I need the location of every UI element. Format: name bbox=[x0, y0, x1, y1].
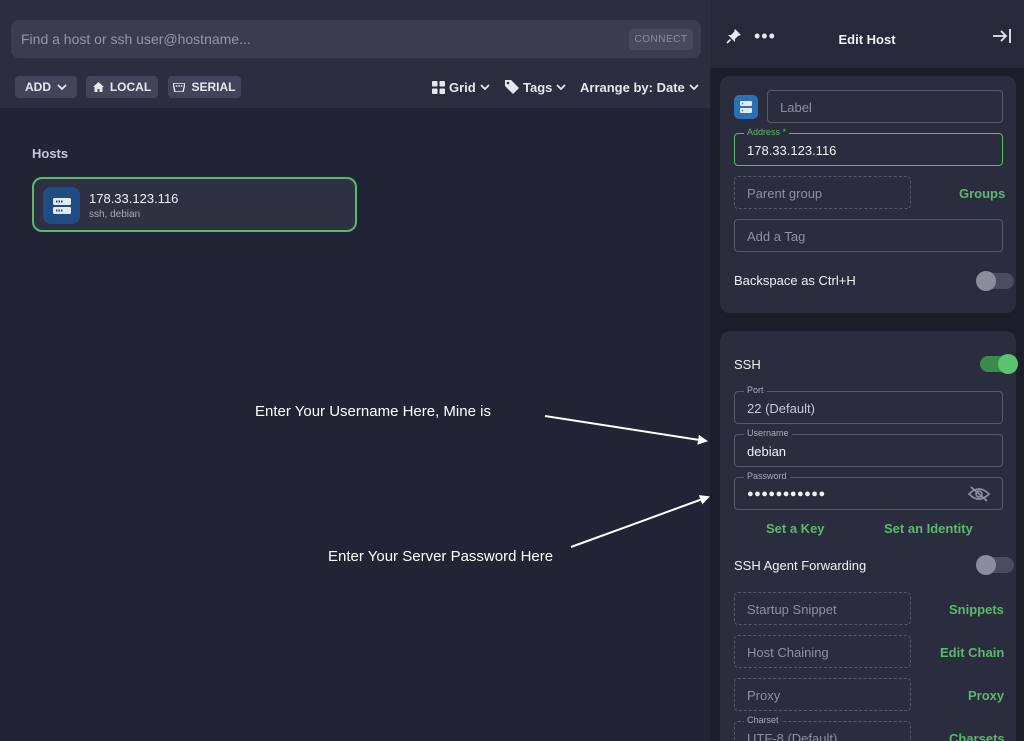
backspace-label: Backspace as Ctrl+H bbox=[734, 273, 856, 288]
ssh-section: SSH Port 22 (Default) Username debian Pa… bbox=[720, 331, 1018, 741]
username-input[interactable]: Username debian bbox=[734, 428, 1003, 467]
snippets-link[interactable]: Snippets bbox=[949, 602, 1004, 617]
local-button[interactable]: LOCAL bbox=[86, 76, 158, 98]
username-annotation: Enter Your Username Here, Mine is bbox=[255, 403, 491, 420]
groups-link[interactable]: Groups bbox=[959, 186, 1005, 201]
serial-button[interactable]: SERIAL bbox=[168, 76, 241, 98]
chevron-down-icon bbox=[556, 84, 567, 90]
charset-value: UTF-8 (Default) bbox=[747, 731, 838, 741]
general-section: Label Address * 178.33.123.116 Parent gr… bbox=[720, 76, 1016, 313]
tags-filter[interactable]: Tags bbox=[505, 78, 567, 96]
set-key-link[interactable]: Set a Key bbox=[766, 521, 825, 536]
label-placeholder: Label bbox=[780, 100, 812, 115]
home-icon bbox=[92, 82, 104, 92]
edit-chain-link[interactable]: Edit Chain bbox=[940, 645, 1004, 660]
tag-icon bbox=[505, 80, 519, 94]
local-button-label: LOCAL bbox=[109, 80, 152, 94]
startup-snippet-placeholder: Startup Snippet bbox=[747, 602, 837, 617]
password-value: ●●●●●●●●●●● bbox=[747, 488, 826, 500]
arrange-label: Arrange by: Date bbox=[580, 79, 685, 95]
ssh-label: SSH bbox=[734, 357, 761, 372]
host-title: 178.33.123.116 bbox=[89, 191, 179, 206]
set-identity-link[interactable]: Set an Identity bbox=[884, 521, 973, 536]
port-label: Port bbox=[744, 385, 767, 395]
password-label: Password bbox=[744, 471, 790, 481]
chevron-down-icon bbox=[689, 84, 699, 90]
host-chaining-input[interactable]: Host Chaining bbox=[734, 635, 911, 668]
address-value: 178.33.123.116 bbox=[747, 143, 837, 158]
address-label: Address * bbox=[744, 127, 790, 137]
serial-port-icon bbox=[173, 82, 186, 92]
add-button[interactable]: ADD bbox=[15, 76, 77, 98]
tag-input[interactable]: Add a Tag bbox=[734, 219, 1003, 252]
username-value: debian bbox=[747, 444, 787, 459]
proxy-link[interactable]: Proxy bbox=[968, 688, 1004, 703]
startup-snippet-input[interactable]: Startup Snippet bbox=[734, 592, 911, 625]
search-bar: CONNECT bbox=[11, 20, 701, 58]
tag-placeholder: Add a Tag bbox=[747, 229, 806, 244]
grid-icon bbox=[432, 80, 445, 94]
password-input[interactable]: Password ●●●●●●●●●●● bbox=[734, 471, 1003, 510]
hosts-toolbar: CONNECT ADD LOCAL SERIAL Grid Tags Arran… bbox=[0, 0, 710, 108]
hosts-section-title: Hosts bbox=[32, 146, 69, 161]
tags-label: Tags bbox=[523, 79, 553, 95]
agent-forwarding-label: SSH Agent Forwarding bbox=[734, 558, 867, 573]
charsets-link[interactable]: Charsets bbox=[949, 731, 1005, 741]
edit-host-panel: ••• Edit Host Label Address * 178.33.123… bbox=[710, 0, 1024, 741]
add-button-label: ADD bbox=[25, 80, 51, 94]
server-icon[interactable] bbox=[734, 95, 758, 119]
charset-label: Charset bbox=[744, 715, 782, 725]
serial-button-label: SERIAL bbox=[191, 80, 236, 94]
host-card[interactable]: 178.33.123.116 ssh, debian bbox=[32, 177, 357, 232]
connect-button[interactable]: CONNECT bbox=[629, 29, 693, 50]
agent-forwarding-toggle[interactable] bbox=[976, 555, 1014, 575]
backspace-toggle[interactable] bbox=[976, 271, 1014, 291]
host-chaining-placeholder: Host Chaining bbox=[747, 645, 829, 660]
proxy-placeholder: Proxy bbox=[747, 688, 781, 703]
charset-input[interactable]: Charset UTF-8 (Default) bbox=[734, 715, 911, 741]
close-panel-icon[interactable] bbox=[992, 28, 1012, 44]
search-input[interactable] bbox=[21, 20, 621, 58]
parent-group-placeholder: Parent group bbox=[747, 186, 823, 201]
hosts-pane: CONNECT ADD LOCAL SERIAL Grid Tags Arran… bbox=[0, 0, 710, 741]
toggle-knob bbox=[976, 271, 996, 291]
ssh-toggle[interactable] bbox=[980, 354, 1018, 374]
chevron-down-icon bbox=[480, 84, 490, 90]
toggle-knob bbox=[998, 354, 1018, 374]
password-annotation: Enter Your Server Password Here bbox=[328, 548, 554, 565]
eye-off-icon[interactable] bbox=[968, 486, 990, 502]
server-icon bbox=[43, 187, 80, 224]
proxy-input[interactable]: Proxy bbox=[734, 678, 911, 711]
edit-host-title: Edit Host bbox=[838, 32, 896, 47]
username-label: Username bbox=[744, 428, 792, 438]
edit-host-header: ••• Edit Host bbox=[710, 0, 1024, 68]
port-value: 22 (Default) bbox=[747, 401, 815, 416]
port-input[interactable]: Port 22 (Default) bbox=[734, 385, 1003, 424]
arrange-by-dropdown[interactable]: Arrange by: Date bbox=[580, 78, 699, 96]
toggle-knob bbox=[976, 555, 996, 575]
address-input[interactable]: Address * 178.33.123.116 bbox=[734, 127, 1003, 166]
host-subtitle: ssh, debian bbox=[89, 209, 141, 220]
chevron-down-icon bbox=[57, 84, 67, 90]
view-grid-toggle[interactable]: Grid bbox=[432, 78, 490, 96]
label-input[interactable]: Label bbox=[767, 90, 1003, 123]
parent-group-input[interactable]: Parent group bbox=[734, 176, 911, 209]
grid-label: Grid bbox=[449, 79, 476, 95]
